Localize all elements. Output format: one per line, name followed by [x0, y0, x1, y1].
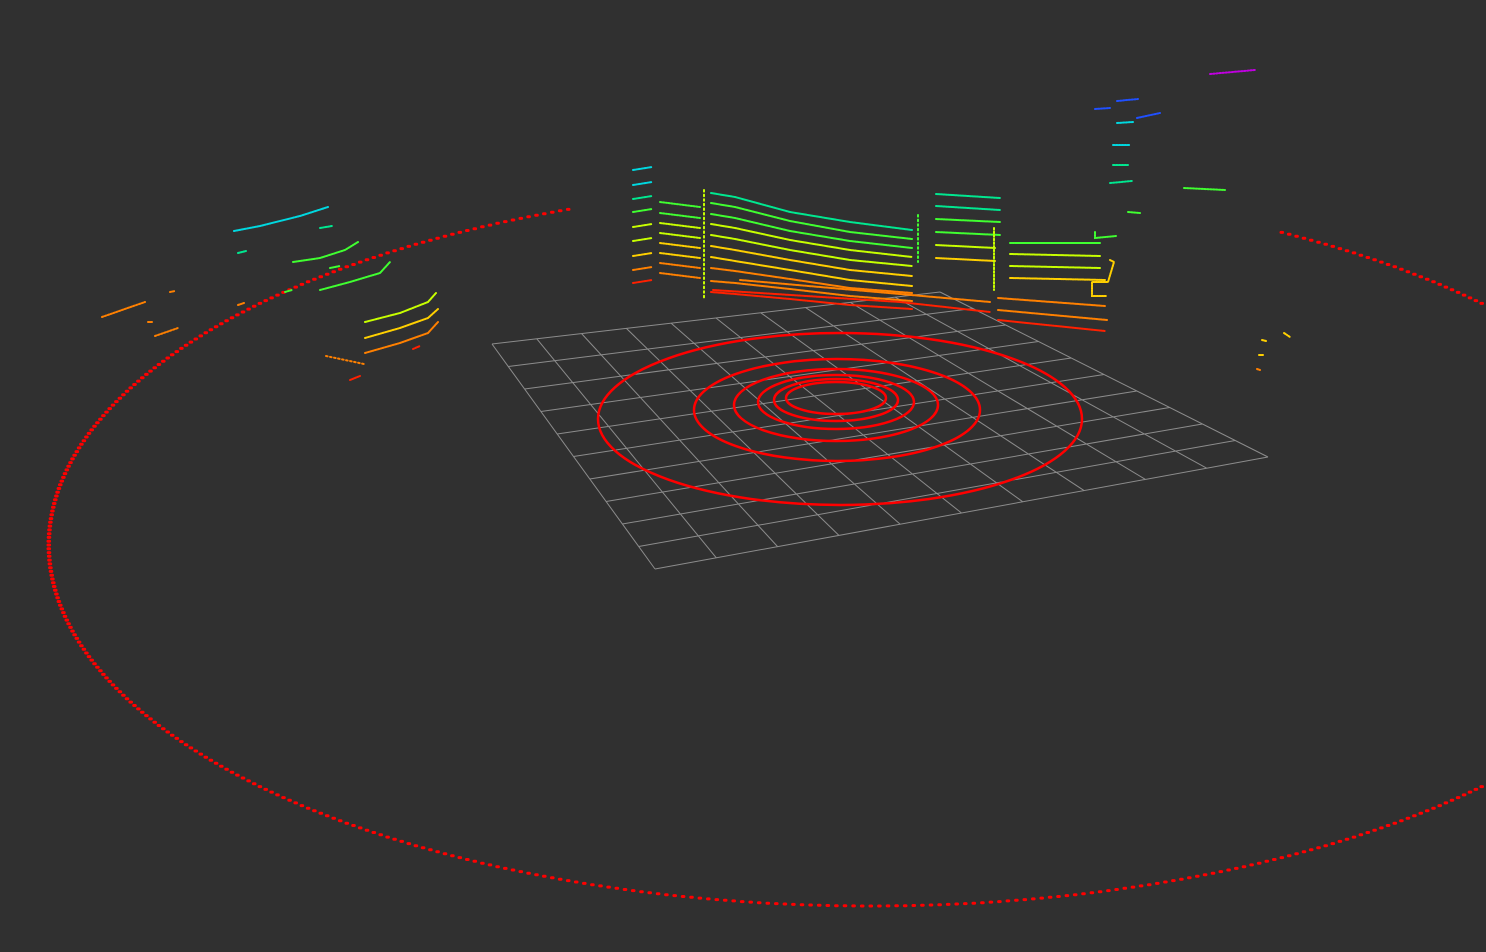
viewport-background [0, 0, 1486, 952]
3d-viewport[interactable] [0, 0, 1486, 952]
scan-line [1127, 211, 1141, 214]
scan-line [1256, 368, 1261, 371]
lidar-scene[interactable] [0, 0, 1486, 952]
scan-line [1261, 339, 1267, 342]
scan-line [169, 290, 176, 293]
scan-line [1116, 121, 1134, 124]
scan-line [1094, 107, 1111, 110]
